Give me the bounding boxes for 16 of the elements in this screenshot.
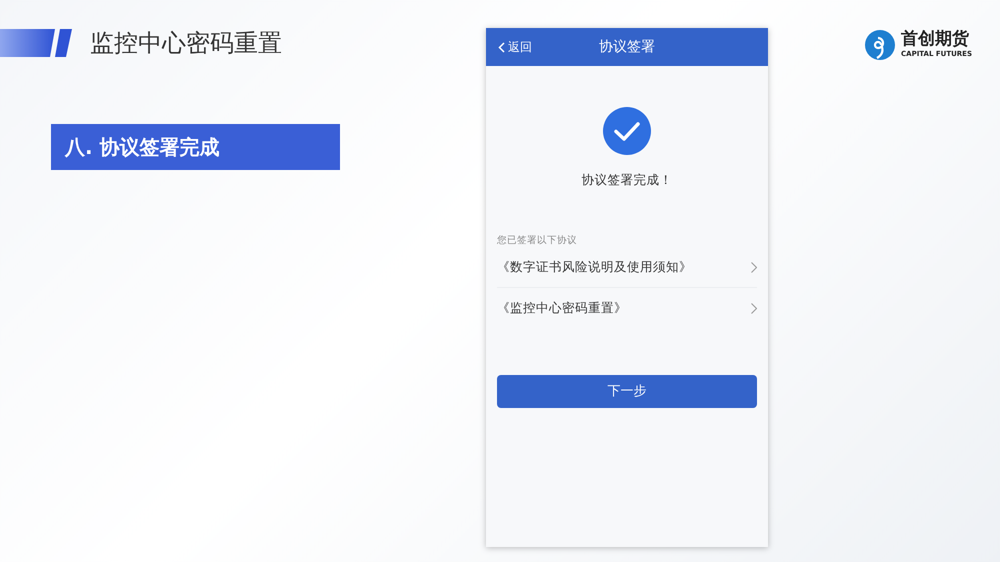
agreement-item[interactable]: 《监控中心密码重置》 xyxy=(497,288,757,328)
logo-name: 首创期货 xyxy=(901,30,970,49)
status-message: 协议签署完成！ xyxy=(580,171,674,189)
screen-title: 协议签署 xyxy=(599,38,655,54)
chevron-right-icon xyxy=(751,262,757,273)
logo-icon xyxy=(865,30,896,60)
back-button[interactable]: 返回 xyxy=(498,38,532,56)
chevron-left-icon xyxy=(498,42,505,52)
check-circle-icon xyxy=(603,107,651,155)
section-label: 八. 协议签署完成 xyxy=(51,124,340,170)
agreement-item[interactable]: 《数字证书风险说明及使用须知》 xyxy=(497,248,757,288)
chevron-right-icon xyxy=(751,302,757,314)
stripe-decoration xyxy=(0,29,72,57)
list-heading: 您已签署以下协议 xyxy=(497,234,578,248)
slide-title: 监控中心密码重置 xyxy=(90,28,282,59)
next-button[interactable]: 下一步 xyxy=(497,375,757,408)
